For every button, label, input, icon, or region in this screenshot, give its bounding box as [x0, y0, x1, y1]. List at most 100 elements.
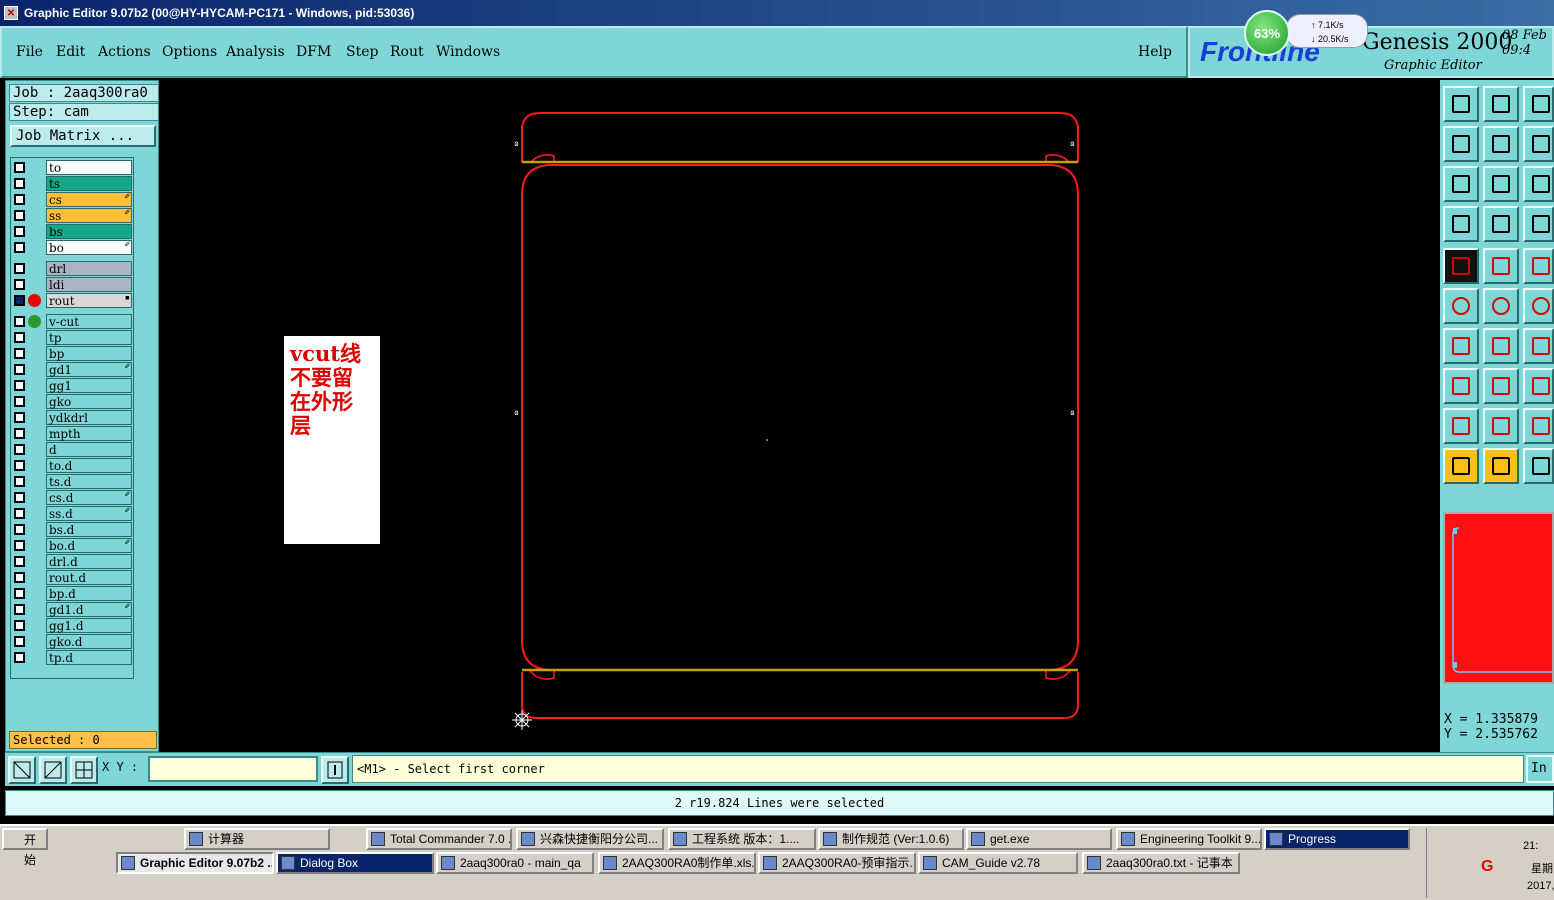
layer-checkbox[interactable]: [14, 295, 25, 306]
layer-checkbox[interactable]: [14, 492, 25, 503]
taskbar-item[interactable]: CAM_Guide v2.78: [918, 852, 1078, 874]
layer-row-ldi[interactable]: ldi: [14, 277, 134, 292]
layer-label[interactable]: cs.d: [46, 490, 132, 505]
layer-row-bs[interactable]: bs: [14, 224, 134, 239]
tray-app-icon[interactable]: G: [1481, 858, 1493, 876]
menu-rout[interactable]: Rout: [390, 44, 424, 60]
layer-checkbox[interactable]: [14, 332, 25, 343]
layer-row-tp[interactable]: tp: [14, 330, 134, 345]
taskbar-item[interactable]: Progress: [1264, 828, 1410, 850]
layer-label[interactable]: tp: [46, 330, 132, 345]
connect-button[interactable]: [1443, 288, 1479, 324]
layer-label[interactable]: tp.d: [46, 650, 132, 665]
measure-button[interactable]: [39, 756, 67, 784]
layer-row-tp-d[interactable]: tp.d: [14, 650, 134, 665]
menu-actions[interactable]: Actions: [98, 44, 151, 60]
ruler-button[interactable]: [1523, 248, 1554, 284]
layer-row-v-cut[interactable]: v-cut: [14, 314, 134, 329]
layer-checkbox[interactable]: [14, 508, 25, 519]
layer-checkbox[interactable]: [14, 652, 25, 663]
zoom-out-button[interactable]: [1523, 86, 1554, 122]
taskbar-item[interactable]: 计算器: [184, 828, 330, 850]
menu-analysis[interactable]: Analysis: [226, 44, 285, 60]
layer-label[interactable]: rout: [46, 293, 132, 308]
layer-label[interactable]: ss.d: [46, 506, 132, 521]
layer-select-button[interactable]: [1523, 206, 1554, 242]
layer-row-ts[interactable]: ts: [14, 176, 134, 191]
zoom-box-button[interactable]: [8, 756, 36, 784]
layer-checkbox[interactable]: [14, 476, 25, 487]
layer-label[interactable]: bs.d: [46, 522, 132, 537]
layer-label[interactable]: gko.d: [46, 634, 132, 649]
layer-label[interactable]: ldi: [46, 277, 132, 292]
add-point-button[interactable]: [1523, 288, 1554, 324]
scale-button[interactable]: [1523, 166, 1554, 202]
layer-checkbox[interactable]: [14, 226, 25, 237]
taskbar-item[interactable]: Total Commander 7.0 ...: [366, 828, 512, 850]
line-button[interactable]: [1483, 368, 1519, 404]
layer-checkbox[interactable]: [14, 460, 25, 471]
layer-checkbox[interactable]: [14, 263, 25, 274]
layer-checkbox[interactable]: [14, 380, 25, 391]
layer-label[interactable]: gd1.d: [46, 602, 132, 617]
layer-row-bp[interactable]: bp: [14, 346, 134, 361]
taskbar-item[interactable]: Dialog Box: [276, 852, 434, 874]
layer-row-drl-d[interactable]: drl.d: [14, 554, 134, 569]
layer-label[interactable]: bp: [46, 346, 132, 361]
menu-help[interactable]: Help: [1138, 44, 1172, 60]
layer-label[interactable]: drl: [46, 261, 132, 276]
layer-row-gko-d[interactable]: gko.d: [14, 634, 134, 649]
menu-file[interactable]: File: [16, 44, 43, 60]
layer-label[interactable]: rout.d: [46, 570, 132, 585]
layer-label[interactable]: bp.d: [46, 586, 132, 601]
fit-profile-button[interactable]: [1483, 166, 1519, 202]
layer-label[interactable]: drl.d: [46, 554, 132, 569]
layer-row-ts-d[interactable]: ts.d: [14, 474, 134, 489]
layer-row-bs-d[interactable]: bs.d: [14, 522, 134, 537]
menu-options[interactable]: Options: [162, 44, 217, 60]
arc-button[interactable]: [1523, 328, 1554, 364]
layer-row-mpth[interactable]: mpth: [14, 426, 134, 441]
layer-checkbox[interactable]: [14, 279, 25, 290]
layer-row-to[interactable]: to: [14, 160, 134, 175]
layer-label[interactable]: gd1: [46, 362, 132, 377]
select-pointer-button[interactable]: [1483, 448, 1519, 484]
start-button[interactable]: 开始: [2, 828, 48, 867]
net-speed-widget[interactable]: ↑ 7.1K/s ↓ 20.5K/s: [1286, 14, 1368, 48]
layer-checkbox[interactable]: [14, 556, 25, 567]
layer-row-d[interactable]: d: [14, 442, 134, 457]
triangle-c-button[interactable]: [1523, 408, 1554, 444]
slope-button[interactable]: [1483, 328, 1519, 364]
layer-checkbox[interactable]: [14, 572, 25, 583]
layer-checkbox[interactable]: [14, 412, 25, 423]
layer-label[interactable]: gko: [46, 394, 132, 409]
pan-left-button[interactable]: [1443, 126, 1479, 162]
layer-row-to-d[interactable]: to.d: [14, 458, 134, 473]
layer-label[interactable]: ydkdrl: [46, 410, 132, 425]
layer-row-ydkdrl[interactable]: ydkdrl: [14, 410, 134, 425]
layer-label[interactable]: to: [46, 160, 132, 175]
triangle-b-button[interactable]: [1483, 408, 1519, 444]
triangle-a-button[interactable]: [1443, 408, 1479, 444]
layer-label[interactable]: gg1: [46, 378, 132, 393]
layer-row-drl[interactable]: drl: [14, 261, 134, 276]
layer-checkbox[interactable]: [14, 428, 25, 439]
layer-checkbox[interactable]: [14, 242, 25, 253]
layer-label[interactable]: gg1.d: [46, 618, 132, 633]
preview-window[interactable]: [1443, 512, 1554, 684]
layer-row-gd1[interactable]: gd1 ✐: [14, 362, 134, 377]
taskbar-item[interactable]: 制作规范 (Ver:1.0.6): [818, 828, 964, 850]
grid-button[interactable]: [70, 756, 98, 784]
net-percent-bubble[interactable]: 63%: [1244, 10, 1290, 56]
layer-label[interactable]: bo.d: [46, 538, 132, 553]
layer-row-gd1-d[interactable]: gd1.d ✐: [14, 602, 134, 617]
pad-button[interactable]: [1443, 368, 1479, 404]
zoom-in-button[interactable]: [1483, 86, 1519, 122]
taskbar-item[interactable]: 2AAQ300RA0-预审指示...: [758, 852, 916, 874]
layer-row-bp-d[interactable]: bp.d: [14, 586, 134, 601]
layer-label[interactable]: d: [46, 442, 132, 457]
menu-step[interactable]: Step: [346, 44, 378, 60]
layer-row-cs-d[interactable]: cs.d ✐: [14, 490, 134, 505]
layer-checkbox[interactable]: [14, 178, 25, 189]
copy-button[interactable]: [1483, 248, 1519, 284]
